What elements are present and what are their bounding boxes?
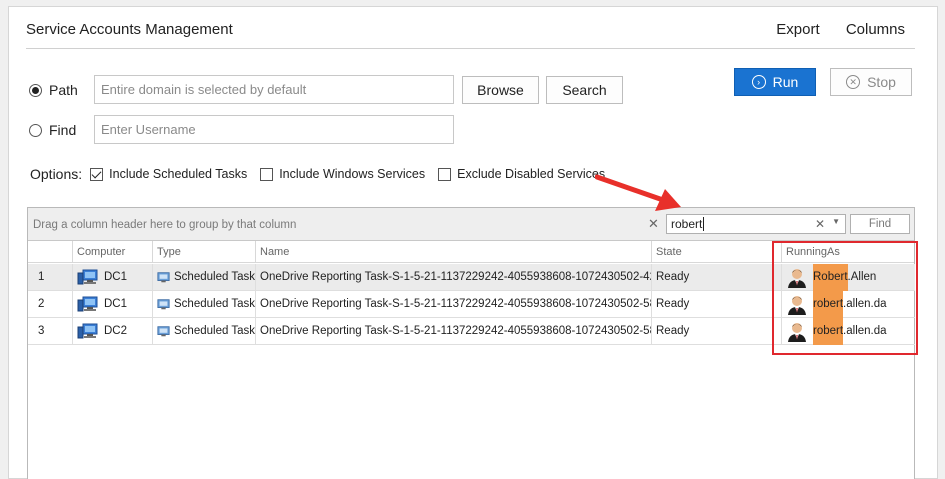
header-divider [26, 48, 915, 49]
find-label: Find [49, 122, 77, 138]
state-cell: Ready [651, 318, 781, 345]
play-circle-icon: › [751, 75, 766, 89]
scheduled-task-icon [157, 272, 170, 283]
browse-button[interactable]: Browse [462, 76, 539, 104]
row-number: 2 [38, 298, 45, 310]
find-radio-dot[interactable] [29, 123, 42, 137]
run-button[interactable]: › Run [734, 68, 816, 96]
grid-search-value: robert [671, 217, 703, 231]
computer-name: DC1 [104, 271, 128, 283]
stop-button[interactable]: ✕ Stop [830, 68, 912, 96]
grid-search-input[interactable]: robert ✕ ▼ [666, 214, 846, 234]
type-cell: Scheduled Task [152, 264, 255, 291]
state-cell: Ready [651, 291, 781, 318]
runningas-highlight-box [772, 241, 918, 355]
name-cell: OneDrive Reporting Task-S-1-5-21-1137229… [255, 318, 651, 345]
checkbox-unchecked-icon[interactable] [438, 167, 452, 181]
column-header-type[interactable]: Type [152, 241, 255, 263]
checkbox-checked-icon[interactable] [90, 167, 104, 181]
top-links: Export Columns [754, 21, 905, 38]
checkbox-label: Exclude Disabled Services [457, 167, 606, 181]
path-radio-dot[interactable] [29, 83, 42, 97]
name-cell: OneDrive Reporting Task-S-1-5-21-1137229… [255, 291, 651, 318]
options-row: Options: Include Scheduled Tasks Include… [30, 166, 618, 182]
group-panel[interactable]: Drag a column header here to group by th… [28, 208, 914, 241]
computer-name: DC2 [104, 325, 128, 337]
columns-link[interactable]: Columns [846, 21, 905, 38]
scheduled-task-icon [157, 326, 170, 337]
row-number: 1 [38, 271, 45, 283]
path-label: Path [49, 82, 78, 98]
computer-icon [77, 269, 98, 285]
type-value: Scheduled Task [174, 325, 255, 337]
type-value: Scheduled Task [174, 271, 255, 283]
scheduled-task-icon [157, 299, 170, 310]
path-input[interactable] [94, 75, 454, 104]
column-header-computer[interactable]: Computer [72, 241, 152, 263]
find-radio[interactable]: Find [29, 122, 76, 138]
stop-circle-icon: ✕ [846, 75, 861, 89]
checkbox-label: Include Windows Services [279, 167, 426, 181]
stop-label: Stop [867, 74, 896, 90]
state-cell: Ready [651, 264, 781, 291]
computer-cell: DC2 [72, 318, 152, 345]
type-value: Scheduled Task [174, 298, 255, 310]
annotation-arrow-icon [595, 174, 681, 211]
clear-search-icon[interactable]: ✕ [815, 217, 825, 231]
computer-icon [77, 296, 98, 312]
page-title: Service Accounts Management [26, 21, 233, 38]
name-cell: OneDrive Reporting Task-S-1-5-21-1137229… [255, 264, 651, 291]
exclude-disabled-services-checkbox[interactable]: Exclude Disabled Services [438, 167, 605, 181]
group-hint: Drag a column header here to group by th… [33, 219, 297, 231]
checkbox-label: Include Scheduled Tasks [109, 167, 248, 181]
column-header-name[interactable]: Name [255, 241, 651, 263]
type-cell: Scheduled Task [152, 291, 255, 318]
options-label: Options: [30, 166, 83, 182]
include-windows-services-checkbox[interactable]: Include Windows Services [260, 167, 425, 181]
export-link[interactable]: Export [776, 21, 819, 38]
username-input[interactable] [94, 115, 454, 144]
close-find-panel-icon[interactable]: ✕ [648, 216, 659, 232]
include-scheduled-tasks-checkbox[interactable]: Include Scheduled Tasks [90, 167, 247, 181]
grid-find-button[interactable]: Find [850, 214, 910, 234]
computer-name: DC1 [104, 298, 128, 310]
search-button[interactable]: Search [546, 76, 623, 104]
computer-icon [77, 323, 98, 339]
row-number: 3 [38, 325, 45, 337]
computer-cell: DC1 [72, 291, 152, 318]
type-cell: Scheduled Task [152, 318, 255, 345]
run-label: Run [772, 74, 799, 90]
computer-cell: DC1 [72, 264, 152, 291]
checkbox-unchecked-icon[interactable] [260, 167, 274, 181]
path-radio[interactable]: Path [29, 82, 78, 98]
column-header-state[interactable]: State [651, 241, 781, 263]
chevron-down-icon[interactable]: ▼ [832, 217, 840, 226]
